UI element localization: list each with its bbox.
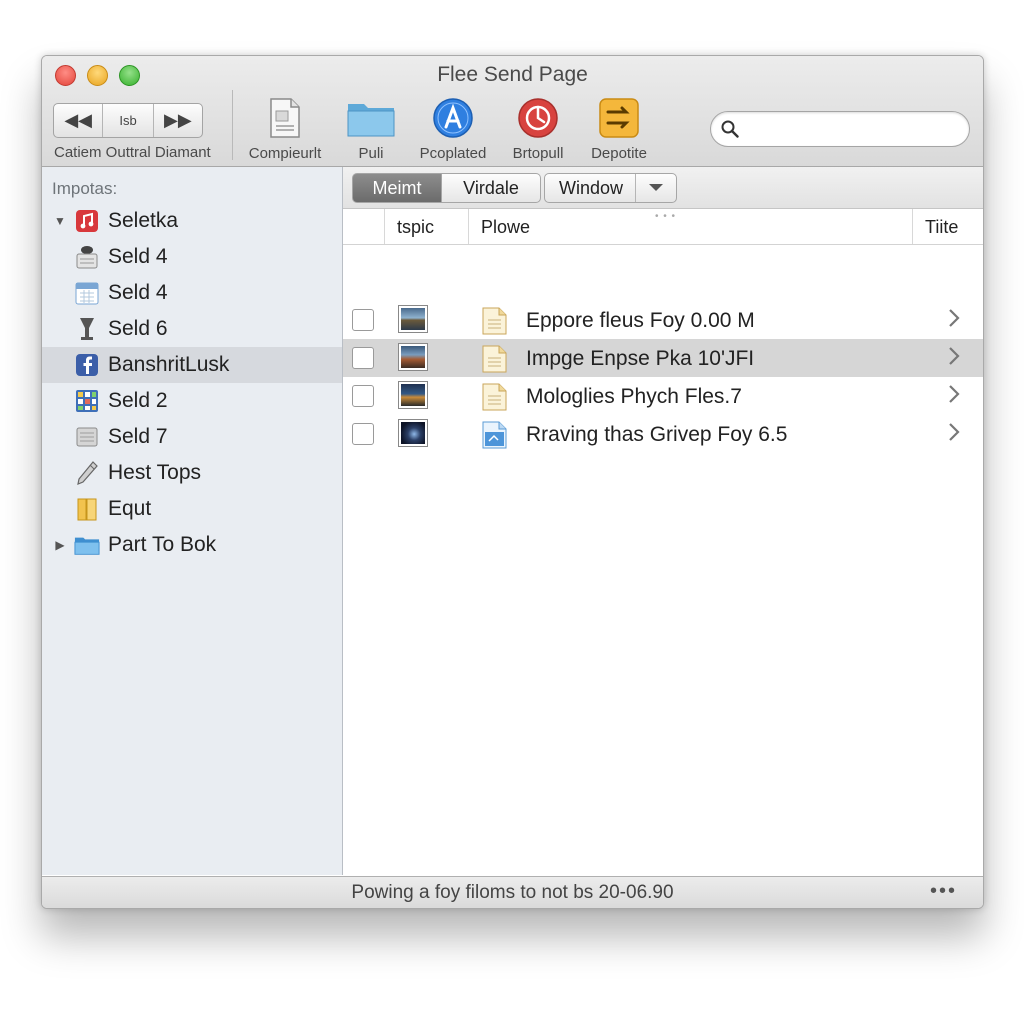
tab-virdale[interactable]: Virdale [442,173,541,203]
sidebar-item-seld-2[interactable]: Seld 2 [42,383,342,419]
sidebar-item-seletka[interactable]: ▼ Seletka [42,203,342,239]
blue-document-icon [480,420,510,455]
table-row[interactable]: Eppore fleus Foy 0.00 M [343,301,983,339]
red-circle-app-icon [493,96,583,140]
nav-middle-button[interactable]: Isb [103,104,154,137]
table-row-selected[interactable]: Impge Enpse Pka 10'JFI [343,339,983,377]
tab-window[interactable]: Window [544,173,678,203]
folder-icon [326,96,416,140]
sidebar-item-seld-7[interactable]: Seld 7 [42,419,342,455]
search-input[interactable] [745,116,961,142]
toolbar-button-pcoplated[interactable]: Pcoplated [408,96,498,162]
glass-icon [74,316,100,342]
music-icon [74,208,100,234]
row-name: Mologlies Phych Fles.7 [526,385,742,408]
toolbar-button-puli[interactable]: Puli [326,96,416,162]
column-header-tspic[interactable]: tspic [397,217,434,238]
status-bar: Powing a foy filoms to not bs 20-06.90 •… [42,876,983,908]
image-thumbnail [398,343,428,371]
grid-icon [74,388,100,414]
column-divider[interactable] [912,209,913,244]
row-checkbox[interactable] [352,347,374,369]
search-field[interactable] [710,111,970,147]
sidebar-item-seld-6[interactable]: Seld 6 [42,311,342,347]
column-header-row: • • • tspic Plowe Tiite [343,209,983,245]
search-icon [721,120,739,143]
toolbar-divider [232,90,233,160]
forward-icon: ▶▶ [164,110,192,130]
navigation-segmented-control: ◀◀ Isb ▶▶ [53,103,203,138]
image-thumbnail [398,381,428,409]
row-checkbox[interactable] [352,309,374,331]
row-name: Impge Enpse Pka 10'JFI [526,347,755,370]
folder-icon [74,532,100,558]
sidebar-item-hest-tops[interactable]: Hest Tops [42,455,342,491]
app-window: Flee Send Page ◀◀ Isb ▶▶ Catiem Outtral … [41,55,984,909]
export-icon [574,96,664,140]
document-icon [240,96,330,140]
back-icon: ◀◀ [64,110,93,130]
calendar-icon [74,280,100,306]
sidebar-item-seld-4[interactable]: Seld 4 [42,239,342,275]
chevron-right-icon[interactable] [948,308,960,334]
disclosure-collapsed-icon[interactable]: ▶ [53,538,67,552]
sidebar: Impotas: ▼ Seletka Seld 4 Seld 4 Seld 6 … [42,167,343,875]
column-divider[interactable] [468,209,469,244]
nav-group-label: Catiem Outtral Diamant [54,144,211,161]
document-icon [480,306,510,341]
view-tab-group: Meimt Virdale Window [352,173,678,203]
tab-meimt[interactable]: Meimt [352,173,442,203]
app-store-icon [408,96,498,140]
row-checkbox[interactable] [352,385,374,407]
facebook-icon [74,352,100,378]
pen-icon [74,460,100,486]
view-tab-bar: Meimt Virdale Window [343,167,983,209]
sidebar-item-equt[interactable]: Equt [42,491,342,527]
toolbar-button-brtopull[interactable]: Brtopull [493,96,583,162]
sidebar-item-seld-4-calendar[interactable]: Seld 4 [42,275,342,311]
toolbar-button-compieurlt[interactable]: Compieurlt [240,96,330,162]
resize-grip-icon[interactable]: • • • [655,211,676,222]
document-icon [480,344,510,379]
forward-button[interactable]: ▶▶ [154,104,202,137]
image-thumbnail [398,419,428,447]
chevron-right-icon[interactable] [948,422,960,448]
table-row[interactable]: Rraving thas Grivep Foy 6.5 [343,415,983,453]
column-header-plowe[interactable]: Plowe [481,217,530,238]
sidebar-item-part-to-bok[interactable]: ▶ Part To Bok [42,527,342,563]
sidebar-item-banshritlusk[interactable]: BanshritLusk [42,347,342,383]
window-title: Flee Send Page [437,63,588,86]
row-name: Eppore fleus Foy 0.00 M [526,309,755,332]
back-button[interactable]: ◀◀ [54,104,104,137]
status-text: Powing a foy filoms to not bs 20-06.90 [351,882,674,903]
chevron-right-icon[interactable] [948,346,960,372]
chevron-right-icon[interactable] [948,384,960,410]
sidebar-heading: Impotas: [52,179,118,198]
column-divider[interactable] [384,209,385,244]
main-pane: Meimt Virdale Window • • • tspic Plowe T… [343,167,983,875]
table-row[interactable]: Mologlies Phych Fles.7 [343,377,983,415]
image-thumbnail [398,305,428,333]
disclosure-expanded-icon[interactable]: ▼ [53,214,67,228]
row-name: Rraving thas Grivep Foy 6.5 [526,423,788,446]
drive-icon [74,424,100,450]
book-icon [74,496,100,522]
more-options-button[interactable]: ••• [930,880,957,903]
column-header-tiite[interactable]: Tiite [925,217,958,238]
row-checkbox[interactable] [352,423,374,445]
document-icon [480,382,510,417]
disk-icon [74,244,100,270]
toolbar-button-depotite[interactable]: Depotite [574,96,664,162]
chevron-down-icon[interactable] [635,174,676,202]
toolbar: Flee Send Page ◀◀ Isb ▶▶ Catiem Outtral … [42,56,983,167]
